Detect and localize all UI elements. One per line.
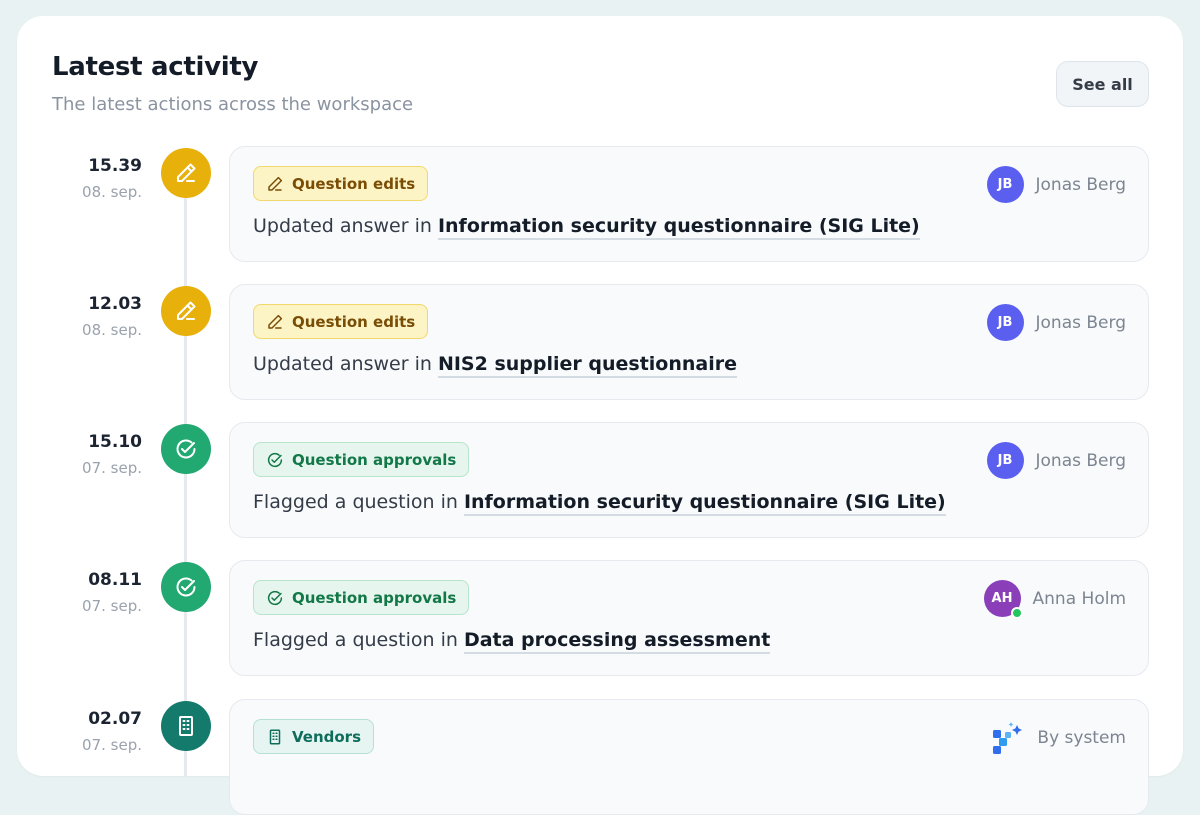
pencil-icon [161, 148, 211, 198]
activity-actor[interactable]: By system [989, 719, 1126, 756]
page-title: Latest activity [52, 52, 259, 82]
activity-time: 15.39 [88, 156, 142, 176]
activity-tag-label: Question approvals [292, 450, 457, 469]
activity-action: Updated answer in [253, 353, 432, 375]
actor-name: Jonas Berg [1035, 450, 1126, 471]
activity-tag-label: Question edits [292, 312, 416, 331]
activity-entry[interactable]: Question edits Updated answer in Informa… [229, 146, 1149, 262]
activity-action: Updated answer in [253, 215, 432, 237]
activity-time: 02.07 [88, 709, 142, 729]
activity-entry[interactable]: Question edits Updated answer in NIS2 su… [229, 284, 1149, 400]
activity-item: 15.39 08. sep. Question edits Updated an… [17, 146, 1183, 262]
actor-name: Jonas Berg [1035, 174, 1126, 195]
activity-description: Updated answer in Information security q… [253, 215, 920, 240]
check-circle-icon [267, 590, 283, 605]
actor-name: Jonas Berg [1035, 312, 1126, 333]
activity-entry[interactable]: Question approvals Flagged a question in… [229, 560, 1149, 676]
activity-entry[interactable]: Vendors By system [229, 699, 1149, 815]
avatar: JB [986, 166, 1024, 203]
avatar: JB [986, 304, 1024, 341]
activity-time: 15.10 [88, 432, 142, 452]
avatar: AH [983, 580, 1023, 619]
check-circle-icon [161, 424, 211, 474]
avatar-initials: JB [997, 453, 1013, 468]
activity-action: Flagged a question in [253, 629, 458, 651]
activity-tag-label: Question edits [292, 174, 416, 193]
see-all-button[interactable]: See all [1056, 61, 1149, 107]
check-circle-icon [267, 452, 283, 467]
activity-tag[interactable]: Question edits [253, 166, 429, 201]
activity-tag-label: Vendors [292, 727, 362, 746]
pencil-icon [268, 176, 283, 191]
avatar-initials: AH [991, 591, 1013, 606]
activity-tag[interactable]: Question approvals [253, 580, 470, 615]
activity-card: Latest activity The latest actions acros… [17, 16, 1183, 815]
activity-description: Updated answer in NIS2 supplier question… [253, 353, 737, 378]
activity-tag[interactable]: Question approvals [253, 442, 470, 477]
activity-tag[interactable]: Question edits [253, 304, 429, 339]
activity-target-link[interactable]: Information security questionnaire (SIG … [463, 491, 946, 516]
activity-actor[interactable]: JB Jonas Berg [986, 166, 1126, 203]
activity-action: Flagged a question in [253, 491, 458, 513]
pencil-icon [268, 314, 283, 329]
activity-entry[interactable]: Question approvals Flagged a question in… [229, 422, 1149, 538]
avatar-initials: JB [997, 177, 1013, 192]
activity-item: 15.10 07. sep. Question approvals Flagge… [17, 422, 1183, 538]
page-subtitle: The latest actions across the workspace [52, 94, 414, 115]
building-icon [161, 701, 211, 751]
actor-name: Anna Holm [1032, 588, 1126, 609]
activity-date: 07. sep. [82, 597, 142, 615]
online-status-dot [1010, 607, 1023, 619]
actor-name: By system [1037, 727, 1126, 748]
activity-target-link[interactable]: Data processing assessment [463, 629, 771, 654]
activity-time: 08.11 [88, 570, 142, 590]
activity-item: 12.03 08. sep. Question edits Updated an… [17, 284, 1183, 400]
activity-target-link[interactable]: NIS2 supplier questionnaire [437, 353, 737, 378]
activity-date: 08. sep. [82, 183, 142, 201]
activity-date: 07. sep. [82, 459, 142, 477]
activity-actor[interactable]: AH Anna Holm [983, 580, 1126, 619]
pencil-icon [161, 286, 211, 336]
activity-date: 08. sep. [82, 321, 142, 339]
system-sparkle-icon [993, 721, 1023, 754]
avatar-initials: JB [997, 315, 1013, 330]
activity-tag[interactable]: Vendors [253, 719, 375, 754]
activity-description: Flagged a question in Information securi… [253, 491, 946, 516]
activity-tag-label: Question approvals [292, 588, 457, 607]
check-circle-icon [161, 562, 211, 612]
activity-item: 02.07 07. sep. Vendors By system [17, 699, 1183, 815]
activity-item: 08.11 07. sep. Question approvals Flagge… [17, 560, 1183, 676]
activity-actor[interactable]: JB Jonas Berg [986, 442, 1126, 479]
avatar: JB [986, 442, 1024, 479]
activity-date: 07. sep. [82, 736, 142, 754]
activity-actor[interactable]: JB Jonas Berg [986, 304, 1126, 341]
activity-target-link[interactable]: Information security questionnaire (SIG … [437, 215, 920, 240]
activity-description: Flagged a question in Data processing as… [253, 629, 771, 654]
activity-time: 12.03 [88, 294, 142, 314]
building-icon [269, 729, 281, 744]
